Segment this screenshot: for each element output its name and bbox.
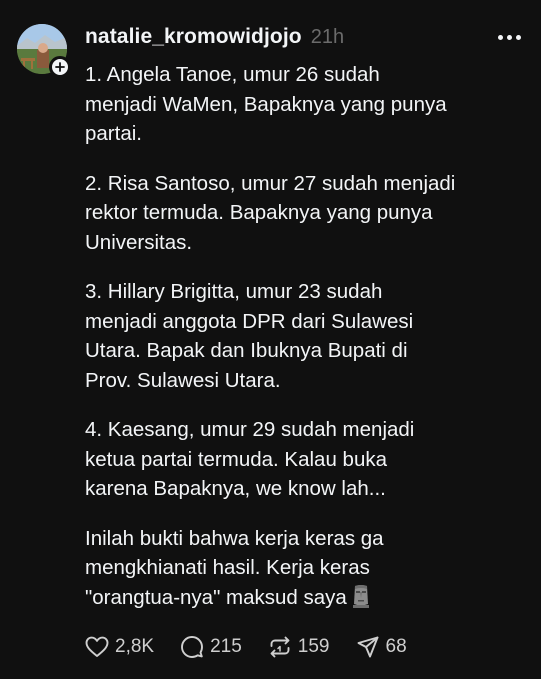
text-line: menjadi WaMen, Bapaknya yang punya [85,92,447,116]
username[interactable]: natalie_kromowidjojo [85,25,302,49]
post-paragraph: 4. Kaesang, umur 29 sudah menjadi ketua … [85,415,525,504]
text-line: Inilah bukti bahwa kerja keras ga [85,526,384,550]
post-paragraph: 1. Angela Tanoe, umur 26 sudah menjadi W… [85,60,525,149]
repost-arrows-icon [270,636,290,658]
text-line: 1. Angela Tanoe, umur 26 sudah [85,63,380,86]
like-count: 2,8K [115,636,155,657]
text-line: menjadi anggota DPR dari Sulawesi [85,309,414,333]
post-paragraph: 3. Hillary Brigitta, umur 23 sudah menja… [85,277,525,395]
post-paragraph: 2. Risa Santoso, umur 27 sudah menjadi r… [85,169,525,258]
ellipsis-dot [507,34,512,40]
speech-bubble-icon [181,636,204,658]
ellipsis-dot [516,34,521,40]
moai-emoji-icon [351,584,371,617]
share-count: 68 [385,636,407,657]
timestamp: 21h [310,25,345,48]
post-paragraph: Inilah bukti bahwa kerja keras ga mengkh… [85,524,525,613]
reply-count: 215 [210,636,242,657]
post-actions: 2,8K 215 159 68 [85,632,433,662]
like-button[interactable]: 2,8K [85,636,154,658]
text-line: karena Bapaknya, we know lah... [85,477,386,500]
paper-plane-icon [357,636,378,658]
plus-icon [55,62,65,72]
post-header: natalie_kromowidjojo 21h [85,22,523,52]
text-line: Prov. Sulawesi Utara. [85,368,281,392]
text-line: ketua partai termuda. Kalau buka [85,447,387,471]
text-line: Universitas. [85,230,193,254]
share-button[interactable]: 68 [356,635,407,659]
text-line: partai. [85,122,142,145]
follow-button[interactable] [49,56,71,78]
text-line: "orangtua-nya" maksud saya [85,585,347,609]
text-line-with-emoji: "orangtua-nya" maksud saya [85,583,525,613]
text-line: Utara. Bapak dan Ibuknya Bupati di [85,339,408,362]
more-options-button[interactable] [496,31,523,44]
heart-icon [85,636,109,657]
text-line: 4. Kaesang, umur 29 sudah menjadi [85,418,415,441]
ellipsis-icon [498,34,503,40]
post-body: 1. Angela Tanoe, umur 26 sudah menjadi W… [85,60,525,632]
text-line: rektor termuda. Bapaknya yang punya [85,201,433,224]
text-line: mengkhianati hasil. Kerja keras [85,556,370,579]
avatar-container[interactable] [17,24,71,78]
thread-post: natalie_kromowidjojo 21h 1. Angela Tanoe… [0,0,541,679]
repost-count: 159 [297,636,330,657]
text-line: 2. Risa Santoso, umur 27 sudah menjadi [85,171,456,195]
text-line: 3. Hillary Brigitta, umur 23 sudah [85,280,383,303]
reply-button[interactable]: 215 [180,635,242,659]
repost-button[interactable]: 159 [268,635,330,659]
